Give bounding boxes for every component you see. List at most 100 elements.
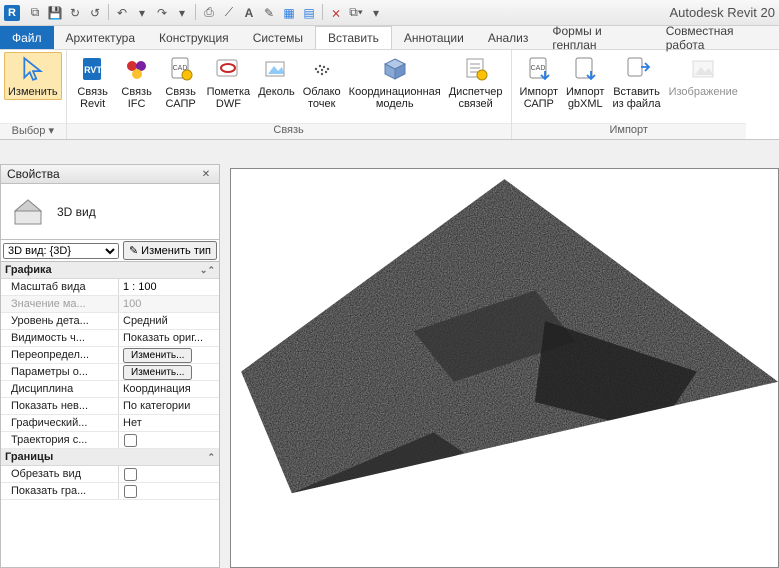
modify-label: Изменить — [8, 86, 58, 98]
qat-sync2-icon[interactable]: ↺ — [86, 4, 104, 22]
qat-hatch-icon[interactable]: ▦ — [280, 4, 298, 22]
house-icon — [11, 197, 45, 227]
revit-file-icon: RVT — [78, 54, 108, 84]
decal-icon — [261, 54, 291, 84]
manage-links-button[interactable]: Диспетчер связей — [445, 52, 507, 112]
insert-from-file-button[interactable]: Вставить из файла — [608, 52, 664, 112]
view-selector[interactable]: 3D вид: {3D} — [3, 243, 119, 259]
prop-row: ДисциплинаКоординация — [1, 381, 219, 398]
dwf-icon — [213, 54, 243, 84]
gbxml-icon — [570, 54, 600, 84]
qat-close-icon[interactable]: ⨯ — [327, 4, 345, 22]
cad-file-icon: CAD — [166, 54, 196, 84]
cube-icon — [380, 54, 410, 84]
qat-dropdown-icon[interactable]: ▾ — [133, 4, 151, 22]
edit-icon: ✎ — [129, 244, 138, 257]
qat-sheet-icon[interactable]: ▤ — [300, 4, 318, 22]
import-gbxml-label: Импорт gbXML — [566, 86, 604, 110]
tab-file[interactable]: Файл — [0, 26, 54, 49]
panel-import-label: Импорт — [512, 123, 746, 139]
title-bar: R ⧉ 💾 ↻ ↺ ↶ ▾ ↷ ▾ ⎙ ⟋ A ✎ ▦ ▤ ⨯ ⧉▾ ▾ Aut… — [0, 0, 779, 26]
point-cloud-label: Облако точек — [303, 86, 341, 110]
discipline-value[interactable]: Координация — [119, 381, 219, 397]
qat-sync-icon[interactable]: ↻ — [66, 4, 84, 22]
qat-dropdown-icon[interactable]: ▾ — [173, 4, 191, 22]
app-logo: R — [4, 5, 20, 21]
insert-file-label: Вставить из файла — [612, 86, 660, 110]
qat-open-icon[interactable]: ⧉ — [26, 4, 44, 22]
properties-title: Свойства — [7, 167, 60, 181]
showhidden-value[interactable]: По категории — [119, 398, 219, 414]
tab-architecture[interactable]: Архитектура — [54, 26, 148, 49]
panel-link: RVT Связь Revit Связь IFC CAD Связь САПР… — [67, 50, 512, 139]
crop-checkbox[interactable] — [124, 468, 137, 481]
qat-measure-icon[interactable]: ⟋ — [220, 4, 238, 22]
type-selector[interactable]: 3D вид — [0, 184, 220, 240]
tab-analysis[interactable]: Анализ — [476, 26, 541, 49]
prop-row: Показать гра... — [1, 483, 219, 500]
tab-collaborate[interactable]: Совместная работа — [654, 26, 779, 49]
prop-row: Переопредел...Изменить... — [1, 347, 219, 364]
panel-select-label[interactable]: Выбор ▾ — [0, 123, 66, 139]
cloud-dots-icon — [307, 54, 337, 84]
prop-row: Обрезать вид — [1, 466, 219, 483]
quick-access-toolbar: ⧉ 💾 ↻ ↺ ↶ ▾ ↷ ▾ ⎙ ⟋ A ✎ ▦ ▤ ⨯ ⧉▾ ▾ — [26, 4, 385, 22]
showcrop-checkbox[interactable] — [124, 485, 137, 498]
prop-row: Значение ма...100 — [1, 296, 219, 313]
qat-save-icon[interactable]: 💾 — [46, 4, 64, 22]
cursor-icon — [18, 54, 48, 84]
link-cad-label: Связь САПР — [165, 86, 195, 110]
close-icon[interactable]: ✕ — [199, 169, 213, 180]
trajectory-checkbox[interactable] — [124, 434, 137, 447]
ribbon-tabs: Файл Архитектура Конструкция Системы Вст… — [0, 26, 779, 50]
point-cloud-button[interactable]: Облако точек — [299, 52, 345, 112]
prop-row: Параметры о...Изменить... — [1, 364, 219, 381]
tab-systems[interactable]: Системы — [241, 26, 315, 49]
prop-row: Траектория с... — [1, 432, 219, 449]
dwf-markup-button[interactable]: Пометка DWF — [203, 52, 255, 112]
prop-row: Графический...Нет — [1, 415, 219, 432]
coord-label: Координационная модель — [349, 86, 441, 110]
qat-undo-icon[interactable]: ↶ — [113, 4, 131, 22]
link-ifc-label: Связь IFC — [121, 86, 151, 110]
link-revit-button[interactable]: RVT Связь Revit — [71, 52, 115, 112]
viewport-3d[interactable] — [230, 168, 779, 568]
link-cad-button[interactable]: CAD Связь САПР — [159, 52, 203, 112]
qat-redo-icon[interactable]: ↷ — [153, 4, 171, 22]
decal-button[interactable]: Деколь — [254, 52, 299, 100]
svg-text:CAD: CAD — [530, 65, 545, 72]
insert-file-icon — [622, 54, 652, 84]
qat-addin-icon[interactable]: ⧉▾ — [347, 4, 365, 22]
tab-insert[interactable]: Вставить — [315, 26, 392, 49]
qat-mark-icon[interactable]: ✎ — [260, 4, 278, 22]
detail-value[interactable]: Средний — [119, 313, 219, 329]
image-button: Изображение — [665, 52, 742, 100]
link-ifc-button[interactable]: Связь IFC — [115, 52, 159, 112]
edit-type-button[interactable]: ✎Изменить тип — [123, 241, 217, 260]
tab-massing[interactable]: Формы и генплан — [540, 26, 653, 49]
tab-annotations[interactable]: Аннотации — [392, 26, 476, 49]
scale-input[interactable] — [123, 281, 215, 293]
image-label: Изображение — [669, 86, 738, 98]
import-gbxml-button[interactable]: Импорт gbXML — [562, 52, 608, 112]
point-cloud-render — [231, 169, 778, 554]
qat-print-icon[interactable]: ⎙ — [200, 4, 218, 22]
modify-button[interactable]: Изменить — [4, 52, 62, 100]
import-cad-button[interactable]: CAD Импорт САПР — [516, 52, 562, 112]
group-graphics[interactable]: Графика⌄⌃ — [1, 262, 219, 279]
prop-row: Показать нев...По категории — [1, 398, 219, 415]
visibility-value[interactable]: Показать ориг... — [119, 330, 219, 346]
override-edit-button[interactable]: Изменить... — [123, 348, 192, 363]
group-bounds[interactable]: Границы⌃ — [1, 449, 219, 466]
chevron-up-icon: ⌃ — [207, 452, 215, 463]
panel-select: Изменить Выбор ▾ — [0, 50, 67, 139]
prop-row: Масштаб вида — [1, 279, 219, 296]
tab-structure[interactable]: Конструкция — [147, 26, 241, 49]
coord-model-button[interactable]: Координационная модель — [345, 52, 445, 112]
params-edit-button[interactable]: Изменить... — [123, 365, 192, 380]
decal-label: Деколь — [258, 86, 295, 98]
app-title: Autodesk Revit 20 — [669, 5, 775, 20]
qat-text-icon[interactable]: A — [240, 4, 258, 22]
qat-dropdown-icon[interactable]: ▾ — [367, 4, 385, 22]
graphicstyle-value[interactable]: Нет — [119, 415, 219, 431]
